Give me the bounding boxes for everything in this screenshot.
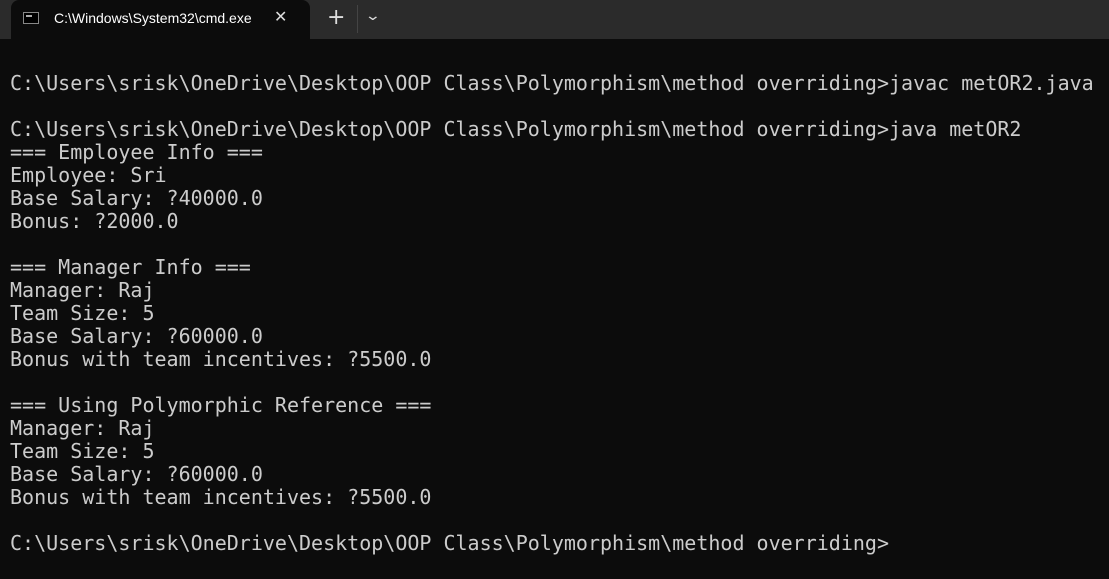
terminal-line: Bonus with team incentives: ?5500.0: [10, 485, 432, 509]
tab-bar: C:\Windows\System32\cmd.exe ✕ + ⌄: [0, 0, 1109, 39]
terminal-output[interactable]: C:\Users\srisk\OneDrive\Desktop\OOP Clas…: [10, 49, 1094, 555]
terminal-line: Base Salary: ?60000.0: [10, 462, 263, 486]
terminal-line: Manager: Raj: [10, 416, 155, 440]
terminal-icon: [23, 12, 39, 24]
terminal-line: Base Salary: ?40000.0: [10, 186, 263, 210]
tab-cmd[interactable]: C:\Windows\System32\cmd.exe ✕: [11, 0, 310, 39]
terminal-line: Team Size: 5: [10, 301, 155, 325]
close-icon[interactable]: ✕: [274, 7, 287, 26]
terminal-line: Bonus: ?2000.0: [10, 209, 179, 233]
terminal-line: Base Salary: ?60000.0: [10, 324, 263, 348]
terminal-line: Team Size: 5: [10, 439, 155, 463]
chevron-down-icon[interactable]: ⌄: [365, 8, 381, 24]
terminal-line: Bonus with team incentives: ?5500.0: [10, 347, 432, 371]
tab-title: C:\Windows\System32\cmd.exe: [54, 10, 252, 26]
terminal-line: === Manager Info ===: [10, 255, 251, 279]
plus-icon[interactable]: +: [327, 5, 345, 30]
terminal-line: C:\Users\srisk\OneDrive\Desktop\OOP Clas…: [10, 71, 1094, 95]
terminal-line: === Using Polymorphic Reference ===: [10, 393, 432, 417]
terminal-line: === Employee Info ===: [10, 140, 263, 164]
terminal-line: C:\Users\srisk\OneDrive\Desktop\OOP Clas…: [10, 531, 889, 555]
divider: [357, 5, 358, 33]
terminal-line: Manager: Raj: [10, 278, 155, 302]
terminal-line: Employee: Sri: [10, 163, 167, 187]
terminal-line: C:\Users\srisk\OneDrive\Desktop\OOP Clas…: [10, 117, 1022, 141]
